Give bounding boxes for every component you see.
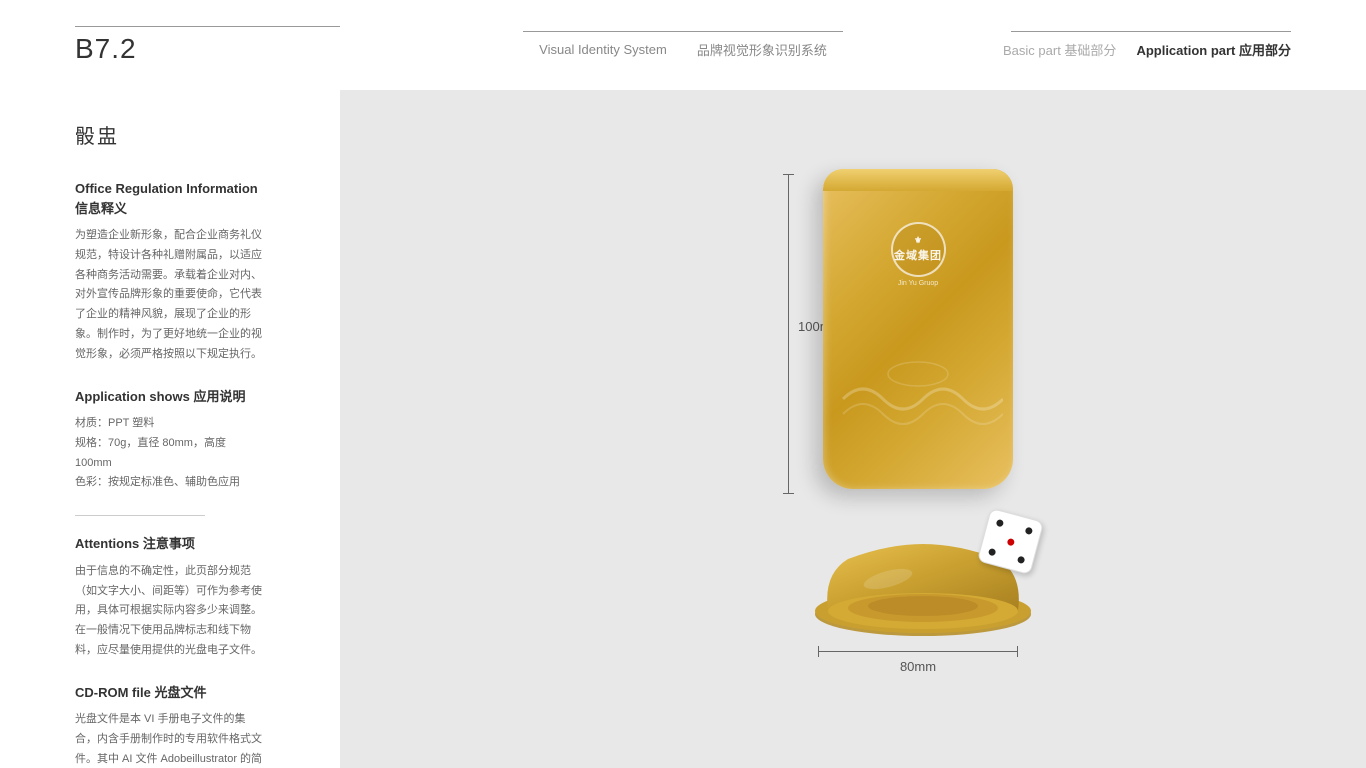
section-app-heading: Application shows 应用说明: [75, 387, 265, 407]
dice-wrapper: [983, 514, 1038, 569]
cup-top-rim: [823, 169, 1013, 191]
illustration: 100mm ⚜ 金域集团 Jin Yu Gruop: [603, 139, 1103, 719]
header-center-content: Visual Identity System 品牌视觉形象识别系统: [539, 40, 827, 59]
section-app-text1: 材质：PPT 塑料: [75, 414, 265, 434]
section-cdrom-text: 光盘文件是本 VI 手册电子文件的集合，内含手册制作时的专用软件格式文件。其中 …: [75, 710, 265, 768]
height-measurement: 100mm: [788, 174, 789, 494]
cup-logo-area: ⚜ 金域集团 Jin Yu Gruop: [873, 219, 963, 289]
logo-en: Jin Yu Gruop: [898, 280, 938, 287]
logo-cn: 金域集团: [894, 247, 942, 263]
logo-circle: ⚜ 金域集团: [891, 222, 946, 277]
app-part-label: Application part 应用部分: [1136, 40, 1291, 59]
width-label: 80mm: [900, 659, 936, 674]
right-panel: 100mm ⚜ 金域集团 Jin Yu Gruop: [340, 90, 1366, 768]
section-app: Application shows 应用说明 材质：PPT 塑料 规格：70g，…: [75, 387, 265, 494]
dot-4: [988, 548, 997, 557]
header-center-line: [523, 31, 843, 32]
section-cdrom: CD-ROM file 光盘文件 光盘文件是本 VI 手册电子文件的集合，内含手…: [75, 683, 265, 768]
header-right: Basic part 基础部分 Application part 应用部分: [951, 31, 1291, 59]
header: B7.2 Visual Identity System 品牌视觉形象识别系统 B…: [0, 0, 1366, 90]
dot-5: [1017, 556, 1026, 565]
dot-2: [1025, 527, 1034, 536]
dot-1: [996, 519, 1005, 528]
left-panel: 骰盅 Office Regulation Information 信息释义 为塑…: [0, 90, 340, 768]
header-line: [75, 26, 340, 27]
section-info: Office Regulation Information 信息释义 为塑造企业…: [75, 179, 265, 365]
section-cdrom-heading: CD-ROM file 光盘文件: [75, 683, 265, 703]
header-right-nav: Basic part 基础部分 Application part 应用部分: [1003, 40, 1291, 59]
section-attention-text: 由于信息的不确定性，此页部分规范（如文字大小、间距等）可作为参考使用，具体可根据…: [75, 562, 265, 661]
width-measurement: 80mm: [818, 651, 1018, 674]
divider: [75, 515, 205, 516]
section-app-text3: 色彩：按规定标准色、辅助色应用: [75, 473, 265, 493]
basic-part-label: Basic part 基础部分: [1003, 40, 1116, 59]
main-title: 骰盅: [75, 120, 265, 149]
main-content: 骰盅 Office Regulation Information 信息释义 为塑…: [0, 90, 1366, 768]
section-attention: Attentions 注意事项 由于信息的不确定性，此页部分规范（如文字大小、间…: [75, 534, 265, 660]
section-info-text: 为塑造企业新形象，配合企业商务礼仪规范，特设计各种礼赠附属品，以适应各种商务活动…: [75, 226, 265, 365]
brand-cn-label: 品牌视觉形象识别系统: [697, 40, 827, 59]
dot-center-red: [1006, 537, 1015, 546]
page-number: B7.2: [75, 33, 415, 65]
section-info-heading: Office Regulation Information 信息释义: [75, 179, 265, 218]
section-attention-heading: Attentions 注意事项: [75, 534, 265, 554]
logo-symbol: ⚜: [894, 235, 942, 247]
section-app-text2: 规格：70g，直径 80mm，高度 100mm: [75, 434, 265, 474]
header-left: B7.2: [75, 26, 415, 65]
header-right-line: [1011, 31, 1291, 32]
header-center: Visual Identity System 品牌视觉形象识别系统: [415, 31, 951, 59]
cup-wave: [833, 359, 1003, 439]
height-line: 100mm: [788, 174, 789, 494]
cup-body: ⚜ 金域集团 Jin Yu Gruop: [823, 169, 1013, 489]
cup-body-wrapper: ⚜ 金域集团 Jin Yu Gruop: [823, 169, 1013, 489]
vi-system-label: Visual Identity System: [539, 42, 667, 57]
dice: [977, 508, 1044, 575]
width-line: [818, 651, 1018, 652]
